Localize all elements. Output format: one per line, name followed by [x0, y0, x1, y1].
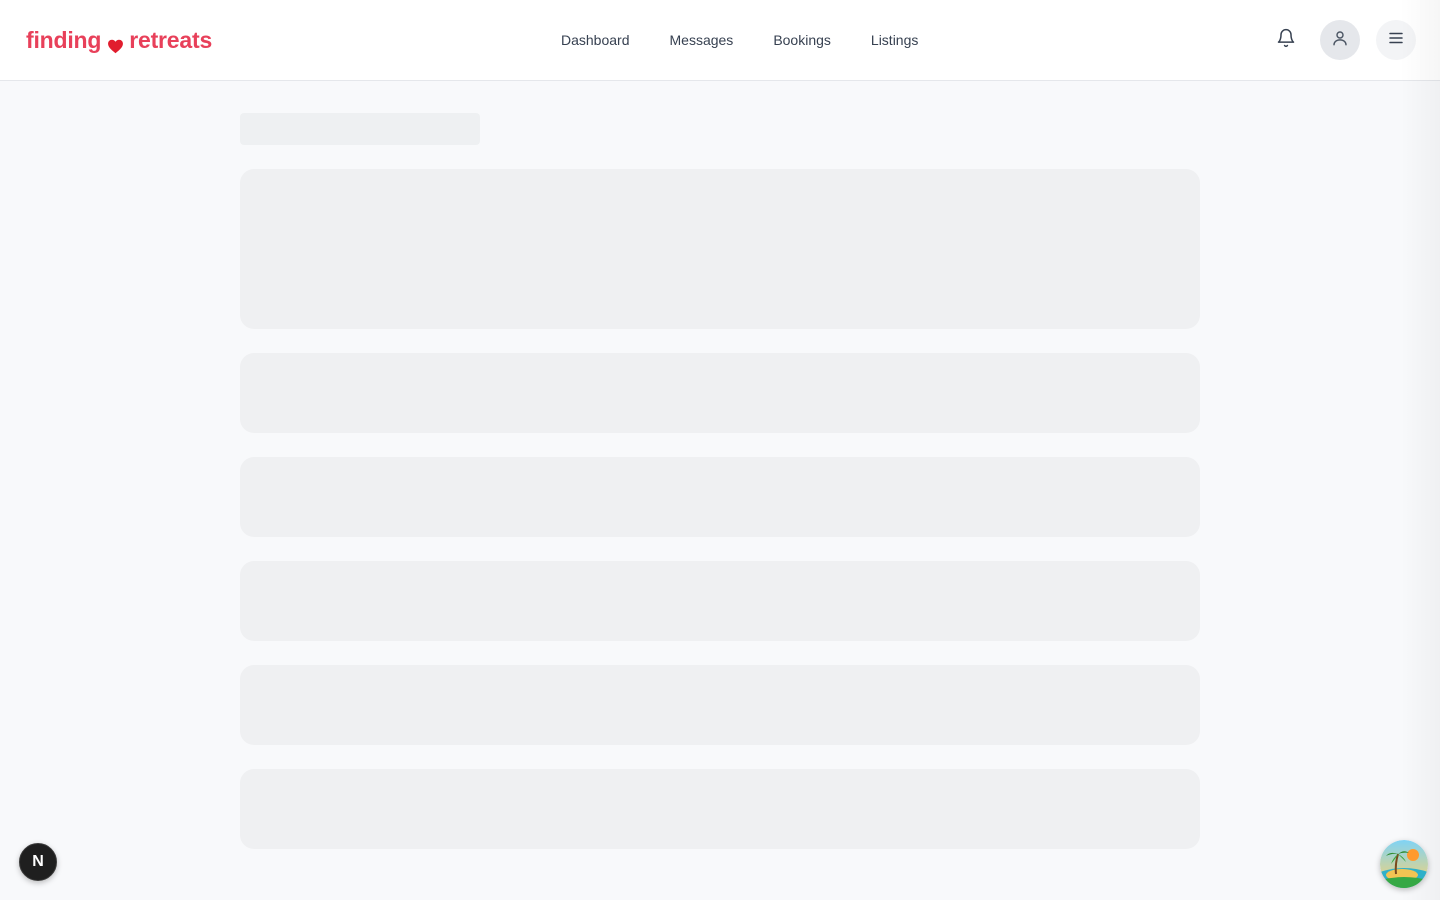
- assistant-launcher[interactable]: [1380, 840, 1428, 888]
- nav-dashboard[interactable]: Dashboard: [561, 30, 630, 50]
- menu-button[interactable]: [1376, 20, 1416, 60]
- skeleton-page-title: [240, 113, 480, 145]
- nav-messages[interactable]: Messages: [670, 30, 734, 50]
- skeleton-row: [240, 769, 1200, 849]
- bell-icon: [1276, 28, 1296, 53]
- logo[interactable]: finding retreats: [26, 26, 212, 54]
- top-header: finding retreats Dashboard Messages Book…: [0, 0, 1440, 81]
- nextjs-dev-indicator[interactable]: N: [19, 843, 57, 881]
- notifications-button[interactable]: [1266, 20, 1306, 60]
- scroll-edge-shadow: [1400, 0, 1440, 900]
- main-nav: Dashboard Messages Bookings Listings: [561, 30, 918, 50]
- skeleton-hero-card: [240, 169, 1200, 329]
- account-button[interactable]: [1320, 20, 1360, 60]
- hamburger-menu-icon: [1387, 29, 1405, 52]
- logo-word-finding: finding: [26, 27, 102, 53]
- skeleton-row: [240, 457, 1200, 537]
- heart-icon: [107, 33, 124, 53]
- skeleton-row: [240, 561, 1200, 641]
- nav-listings[interactable]: Listings: [871, 30, 918, 50]
- skeleton-row: [240, 665, 1200, 745]
- logo-word-retreats: retreats: [129, 27, 213, 53]
- skeleton-row: [240, 353, 1200, 433]
- user-icon: [1331, 29, 1349, 52]
- nextjs-icon: N: [32, 853, 44, 870]
- nav-bookings[interactable]: Bookings: [773, 30, 831, 50]
- tropical-island-icon: [1380, 840, 1428, 888]
